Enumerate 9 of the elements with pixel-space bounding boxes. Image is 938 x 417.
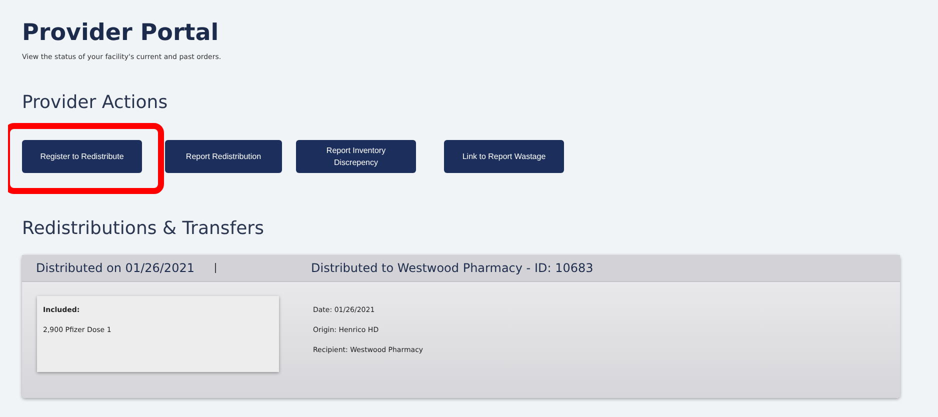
- section-heading: Redistributions & Transfers: [22, 218, 265, 239]
- distributed-date: Distributed on 01/26/2021: [36, 261, 196, 275]
- section-heading: Provider Actions: [22, 92, 169, 113]
- distributed-recipient: Distributed to Westwood Pharmacy - ID: 10683: [311, 261, 594, 275]
- page-title: Provider Portal: [22, 19, 220, 47]
- action-button[interactable]: Register to Redistribute: [22, 140, 142, 173]
- action-button[interactable]: Report Inventory Discrepency: [296, 140, 416, 173]
- action-button[interactable]: Report Redistribution: [165, 140, 282, 173]
- action-button[interactable]: Link to Report Wastage: [444, 140, 564, 173]
